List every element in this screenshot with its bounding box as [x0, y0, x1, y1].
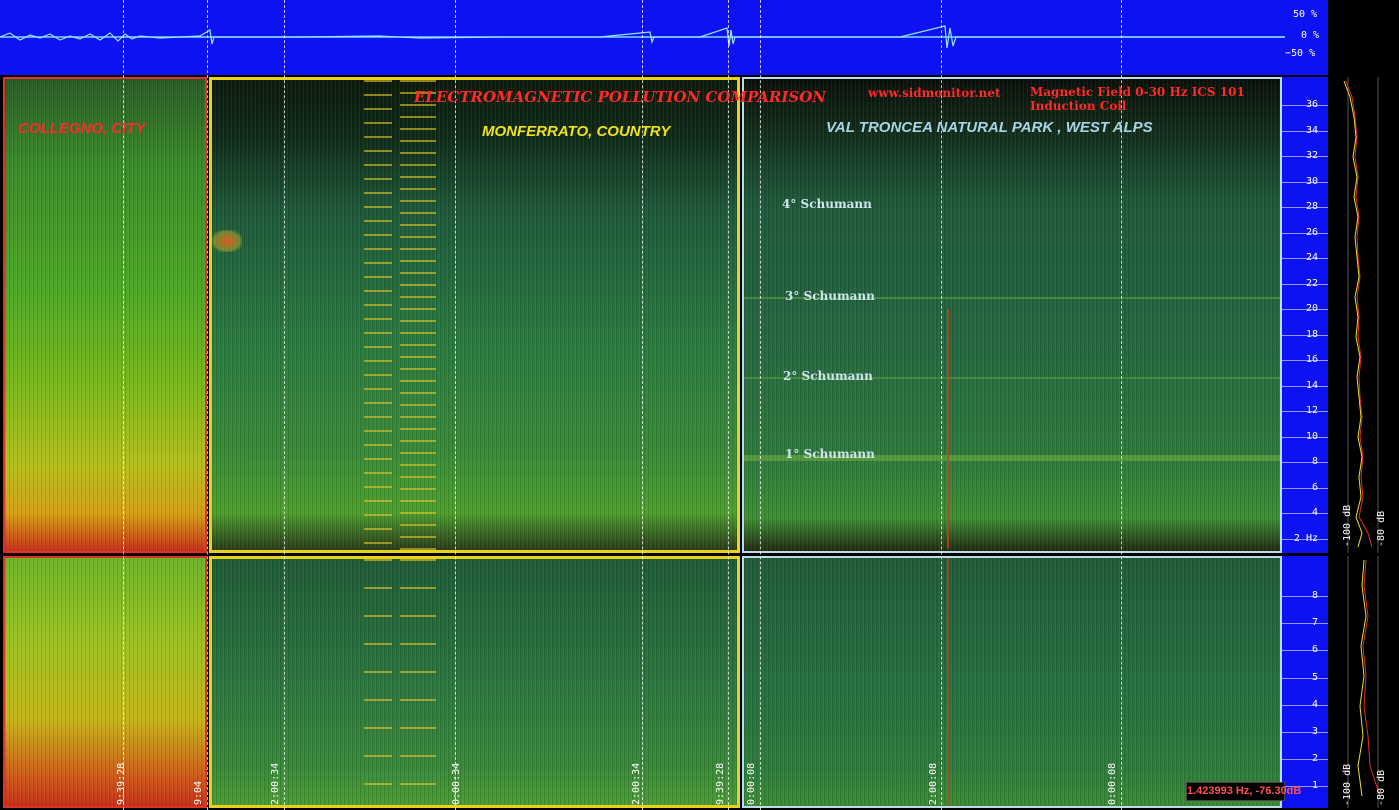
frequency-gridline — [1282, 513, 1328, 514]
spectrum-label-lower-left: -100 dB — [1342, 763, 1353, 806]
frequency-tick-label: 34 — [1305, 124, 1318, 136]
frequency-tick-label: 32 — [1305, 150, 1318, 161]
frequency-tick-label: 3 — [1311, 726, 1318, 737]
frequency-tick-label: 5 — [1311, 671, 1318, 683]
location-city: COLLEGNO, CITY — [18, 120, 146, 137]
main-title: ELECTROMAGNETIC POLLUTION COMPARISON — [414, 88, 826, 106]
frequency-tick-label: 20 — [1305, 303, 1318, 314]
waveform-scale-plus: 50 % — [1293, 9, 1318, 20]
frequency-tick-label: 22 — [1305, 277, 1318, 289]
spectrum-label-upper-left: -100 dB — [1342, 504, 1353, 547]
spectrum-plot-upper: -100 dB -80 dB — [1328, 77, 1399, 553]
waveform-scale-zero: 0 % — [1301, 30, 1320, 41]
time-label: 0:00:08 — [746, 762, 757, 805]
time-label: 0:00:34 — [451, 762, 462, 805]
frequency-tick-label: 36 — [1305, 99, 1318, 110]
time-label: 9:39:28 — [715, 762, 726, 805]
country-interference-lines-a — [364, 80, 392, 550]
frequency-tick-label: 26 — [1305, 226, 1318, 238]
time-label: 2:00:34 — [631, 762, 642, 805]
country-interference-lines-c — [364, 559, 392, 805]
schumann-label-3: 3° Schumann — [785, 289, 875, 303]
frequency-tick-label: 12 — [1305, 405, 1318, 416]
corner-blank — [1328, 0, 1399, 75]
waveform-scale-minus: −50 % — [1285, 48, 1316, 59]
waveform-scale: 50 % 0 % −50 % — [1285, 0, 1328, 75]
country-spectrogram-upper — [209, 77, 740, 553]
schumann-label-2: 2° Schumann — [783, 369, 873, 383]
country-interference-lines-d — [400, 559, 436, 805]
frequency-tick-label: 1 — [1311, 780, 1318, 792]
frequency-tick-label: 8 — [1311, 456, 1318, 467]
park-spectrogram-lower — [742, 556, 1282, 808]
frequency-tick-label: 4 — [1311, 698, 1318, 710]
time-label: 2:00:34 — [270, 762, 281, 805]
frequency-axis-upper: 36 34 32 30 28 26 24 22 20 18 16 14 12 10 8 6 4 2 Hz — [1282, 77, 1328, 553]
location-country: MONFERRATO, COUNTRY — [482, 123, 671, 140]
frequency-gridline — [1282, 759, 1328, 761]
time-label: 0:00:08 — [1107, 762, 1118, 805]
schumann-label-1: 1° Schumann — [785, 447, 875, 461]
time-label: 2:00:08 — [928, 762, 939, 805]
country-interference-lines-b — [400, 80, 436, 550]
frequency-gridline — [1282, 677, 1328, 679]
cursor-readout: 1.423993 Hz, -76.30dB — [1186, 782, 1301, 801]
sensor-label-line1: Magnetic Field 0-30 Hz ICS 101 — [1030, 85, 1245, 99]
city-spectrogram-upper — [3, 77, 207, 553]
country-hotspot — [212, 230, 242, 252]
frequency-tick-label: 18 — [1305, 328, 1318, 340]
frequency-tick-label: 6 — [1311, 481, 1318, 493]
frequency-gridline — [1282, 623, 1328, 625]
frequency-gridline — [1282, 704, 1328, 706]
spectrum-plot-lower: -100 dB -80 dB — [1328, 556, 1399, 808]
city-spectrogram-lower — [3, 556, 207, 808]
sensor-label-line2: Induction Coil — [1030, 99, 1127, 113]
park-spike-line-lower — [947, 558, 949, 806]
frequency-tick-label: 2 Hz — [1293, 532, 1318, 544]
spectrum-label-lower-right: -80 dB — [1376, 769, 1387, 806]
frequency-tick-label: 2 — [1311, 753, 1318, 765]
location-park: VAL TRONCEA NATURAL PARK , WEST ALPS — [826, 119, 1153, 136]
frequency-tick-label: 8 — [1311, 590, 1318, 601]
frequency-tick-label: 14 — [1305, 379, 1318, 391]
frequency-tick-label: 6 — [1311, 644, 1318, 656]
time-gridline — [760, 0, 761, 810]
time-gridline — [284, 0, 285, 810]
frequency-tick-label: 4 — [1311, 507, 1318, 518]
time-gridline — [728, 0, 729, 810]
frequency-tick-label: 30 — [1305, 175, 1318, 187]
schumann-label-4: 4° Schumann — [782, 197, 872, 211]
time-gridline — [455, 0, 456, 810]
spectrum-trace-lower — [1347, 556, 1381, 808]
country-spectrogram-lower — [209, 556, 740, 808]
frequency-tick-label: 24 — [1305, 252, 1318, 263]
frequency-gridline — [1282, 596, 1328, 597]
time-gridline — [207, 0, 208, 810]
park-spectrogram-upper — [742, 77, 1282, 553]
time-label: 9:04 — [193, 780, 204, 805]
frequency-tick-label: 10 — [1305, 430, 1318, 442]
time-label: 9:39:28 — [116, 762, 127, 805]
frequency-tick-label: 16 — [1305, 354, 1318, 365]
website-label: www.sidmonitor.net — [868, 86, 1001, 100]
frequency-gridline — [1282, 732, 1328, 733]
frequency-gridline — [1282, 462, 1328, 463]
park-spike-line — [947, 309, 949, 549]
spectrum-label-upper-right: -80 dB — [1376, 510, 1387, 547]
frequency-gridline — [1282, 487, 1328, 489]
frequency-gridline — [1282, 650, 1328, 652]
frequency-tick-label: 7 — [1311, 617, 1318, 629]
time-gridline — [642, 0, 643, 810]
frequency-axis-lower: 8 7 6 5 4 3 2 1 — [1282, 556, 1328, 808]
spectrum-trace-upper — [1343, 77, 1379, 553]
frequency-tick-label: 28 — [1305, 201, 1318, 212]
